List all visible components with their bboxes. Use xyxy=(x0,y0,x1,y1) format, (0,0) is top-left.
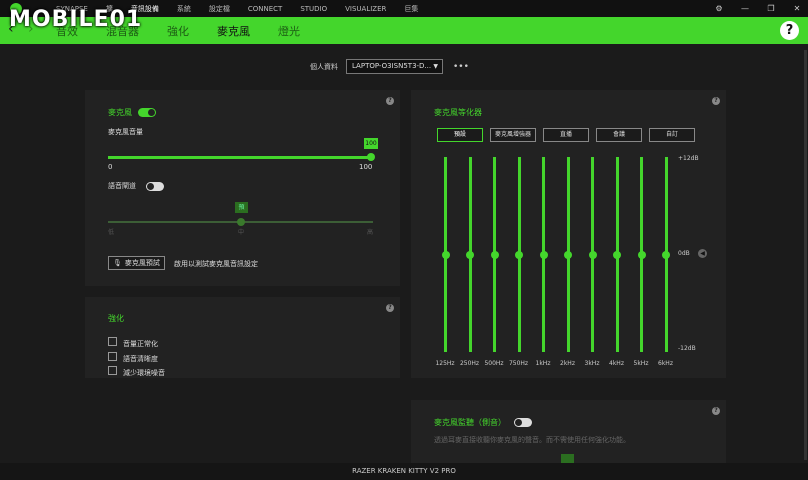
eq-band-handle[interactable] xyxy=(539,250,548,259)
settings-icon[interactable]: ⚙ xyxy=(714,4,724,13)
topnav-macros[interactable]: 巨集 xyxy=(404,4,418,14)
mic-preview-label: 麥克風預試 xyxy=(124,259,160,267)
topnav-connect[interactable]: CONNECT xyxy=(248,5,282,13)
topnav-studio[interactable]: STUDIO xyxy=(300,5,327,13)
mic-equalizer-panel: ? 麥克風等化器 預設 麥克風增強器 直播 會議 自訂 +12dB 0dB ◀ … xyxy=(411,90,726,378)
close-icon[interactable]: ✕ xyxy=(792,4,802,13)
mic-volume-label: 麥克風音量 xyxy=(108,128,143,136)
volume-normalization-checkbox[interactable] xyxy=(108,337,117,346)
tab-microphone[interactable]: 麥克風 xyxy=(217,23,250,39)
voice-gate-slider-handle[interactable] xyxy=(237,218,245,226)
eq-band-label: 6kHz xyxy=(658,360,673,367)
more-options-icon[interactable]: ••• xyxy=(453,62,469,72)
microphone-panel: ? 麥克風 麥克風音量 100 0 100 語音閘道 預 低 中 高 🎙 麥克風… xyxy=(85,90,400,286)
gate-value-badge: 預 xyxy=(235,202,248,213)
eq-band-handle[interactable] xyxy=(588,250,597,259)
voice-gate-toggle[interactable] xyxy=(146,181,164,191)
tab-enhance[interactable]: 強化 xyxy=(167,23,189,39)
eq-band-handle[interactable] xyxy=(564,250,572,259)
mic-volume-slider[interactable] xyxy=(108,156,371,159)
eq-band-handle[interactable] xyxy=(441,250,450,259)
topnav-profiles[interactable]: 設定檔 xyxy=(209,4,230,14)
minimize-icon[interactable]: — xyxy=(740,4,750,13)
help-icon[interactable]: ? xyxy=(712,97,720,105)
profile-select-value: LAPTOP-O3ISN5T3-D... xyxy=(352,62,432,70)
help-icon[interactable]: ? xyxy=(386,304,394,312)
mic-monitoring-title: 麥克風監聽（側音） xyxy=(434,418,506,427)
ambient-noise-reduction-checkbox[interactable] xyxy=(108,366,117,375)
mic-monitoring-description: 透過耳麥直接收聽你麥克風的聲音。而不需使用任何強化功能。 xyxy=(434,436,630,444)
profile-select[interactable]: LAPTOP-O3ISN5T3-D... ▼ xyxy=(346,59,443,74)
eq-band-handle[interactable] xyxy=(490,250,499,259)
topnav-visualizer[interactable]: VISUALIZER xyxy=(345,5,386,13)
microphone-toggle[interactable] xyxy=(138,108,156,117)
chevron-down-icon: ▼ xyxy=(433,63,438,70)
preset-custom-button[interactable]: 自訂 xyxy=(649,128,695,142)
gate-high-label: 高 xyxy=(367,229,374,236)
eq-band-handle[interactable] xyxy=(637,250,646,259)
help-icon[interactable]: ? xyxy=(712,407,720,415)
eq-bottom-label: -12dB xyxy=(678,345,696,352)
preset-streaming-button[interactable]: 直播 xyxy=(543,128,589,142)
monitor-level-badge xyxy=(561,454,574,463)
help-icon[interactable]: ? xyxy=(780,21,799,40)
eq-band-handle[interactable] xyxy=(613,250,621,259)
gate-mid-label: 中 xyxy=(238,229,245,236)
eq-mid-label: 0dB xyxy=(678,250,690,257)
preset-mic-booster-button[interactable]: 麥克風增強器 xyxy=(490,128,536,142)
profile-label: 個人資料 xyxy=(310,62,338,71)
mic-monitoring-panel: ? 麥克風監聽（側音） 透過耳麥直接收聽你麥克風的聲音。而不需使用任何強化功能。 xyxy=(411,400,726,463)
help-icon[interactable]: ? xyxy=(386,97,394,105)
profile-row: 個人資料 LAPTOP-O3ISN5T3-D... ▼ ••• xyxy=(310,59,469,74)
mic-preview-hint: 啟用以測試麥克風音訊設定 xyxy=(174,260,258,268)
device-name-footer: RAZER KRAKEN KITTY V2 PRO xyxy=(0,463,808,480)
eq-band-handle[interactable] xyxy=(662,250,670,259)
mic-monitoring-toggle[interactable] xyxy=(514,418,532,427)
restore-icon[interactable]: ❐ xyxy=(766,4,776,13)
enhance-title: 強化 xyxy=(108,314,124,323)
reset-arrow-icon[interactable]: ◀ xyxy=(698,249,707,258)
topnav-system[interactable]: 系統 xyxy=(177,4,191,14)
volume-min-label: 0 xyxy=(108,163,113,171)
preset-meeting-button[interactable]: 會議 xyxy=(596,128,642,142)
mic-volume-slider-handle[interactable] xyxy=(367,153,375,161)
gate-low-label: 低 xyxy=(108,229,115,236)
equalizer-title: 麥克風等化器 xyxy=(434,108,482,117)
mic-preview-button[interactable]: 🎙 麥克風預試 xyxy=(108,256,165,270)
volume-value-badge: 100 xyxy=(364,138,378,149)
volume-max-label: 100 xyxy=(359,163,373,171)
voice-gate-label: 語音閘道 xyxy=(108,182,136,190)
enhance-panel: ? 強化 音量正常化 語音清晰度 減少環境噪音 xyxy=(85,297,400,378)
microphone-title: 麥克風 xyxy=(108,108,132,117)
window-controls: ⚙ — ❐ ✕ xyxy=(714,0,802,17)
preset-default-button[interactable]: 預設 xyxy=(437,128,483,142)
scrollbar[interactable] xyxy=(804,50,807,460)
enhance-option[interactable]: 減少環境噪音 xyxy=(108,360,165,379)
tab-lighting[interactable]: 燈光 xyxy=(278,23,300,39)
watermark-logo: MOBILE01 xyxy=(9,6,143,32)
eq-band-handle[interactable] xyxy=(466,250,474,259)
eq-top-label: +12dB xyxy=(678,155,699,162)
microphone-icon: 🎙 xyxy=(113,259,122,267)
enhance-option-label: 減少環境噪音 xyxy=(123,369,165,377)
eq-band-handle[interactable] xyxy=(515,250,523,259)
